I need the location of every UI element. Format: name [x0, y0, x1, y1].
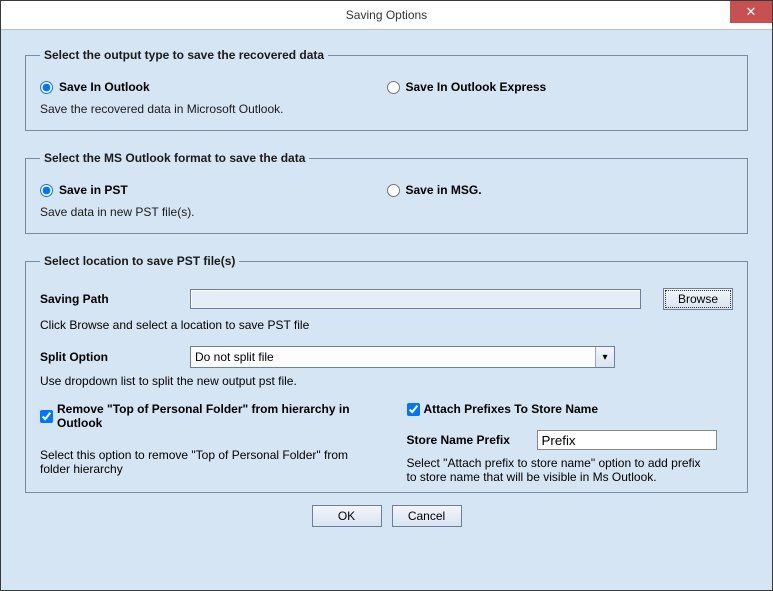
radio-save-msg-input[interactable] — [387, 184, 400, 197]
saving-path-input[interactable] — [190, 289, 641, 309]
radio-save-pst[interactable]: Save in PST — [40, 183, 387, 197]
radio-save-in-outlook-express-input[interactable] — [387, 81, 400, 94]
radio-save-in-outlook-express[interactable]: Save In Outlook Express — [387, 80, 734, 94]
footer-buttons: OK Cancel — [25, 505, 748, 527]
ok-button[interactable]: OK — [312, 505, 382, 527]
window-title: Saving Options — [1, 8, 772, 22]
close-icon: ✕ — [746, 4, 757, 20]
browse-button[interactable]: Browse — [663, 288, 733, 310]
saving-path-label: Saving Path — [40, 292, 190, 306]
checkbox-remove-top[interactable]: Remove "Top of Personal Folder" from hie… — [40, 402, 387, 430]
dialog-body: Select the output type to save the recov… — [1, 30, 772, 590]
radio-save-in-outlook-label: Save In Outlook — [59, 80, 150, 94]
group-location-legend: Select location to save PST file(s) — [40, 254, 239, 268]
close-button[interactable]: ✕ — [730, 1, 772, 23]
remove-top-hint: Select this option to remove "Top of Per… — [40, 448, 360, 476]
split-option-select[interactable]: Do not split file — [190, 346, 615, 368]
group-format-legend: Select the MS Outlook format to save the… — [40, 151, 309, 165]
radio-save-in-outlook-express-label: Save In Outlook Express — [406, 80, 547, 94]
group-location: Select location to save PST file(s) Savi… — [25, 254, 748, 493]
checkbox-attach-prefix[interactable]: Attach Prefixes To Store Name — [407, 402, 754, 416]
format-desc: Save data in new PST file(s). — [40, 205, 387, 219]
radio-save-in-outlook[interactable]: Save In Outlook — [40, 80, 387, 94]
cancel-button[interactable]: Cancel — [392, 505, 462, 527]
checkbox-remove-top-label: Remove "Top of Personal Folder" from hie… — [57, 402, 387, 430]
checkbox-remove-top-input[interactable] — [40, 410, 53, 423]
group-format: Select the MS Outlook format to save the… — [25, 151, 748, 234]
split-option-select-wrap[interactable]: Do not split file ▾ — [190, 346, 615, 368]
titlebar: Saving Options ✕ — [1, 1, 772, 30]
radio-save-pst-label: Save in PST — [59, 183, 128, 197]
attach-prefix-hint: Select "Attach prefix to store name" opt… — [407, 456, 707, 484]
radio-save-msg[interactable]: Save in MSG. — [387, 183, 734, 197]
checkbox-attach-prefix-input[interactable] — [407, 403, 420, 416]
browse-hint: Click Browse and select a location to sa… — [40, 318, 733, 332]
radio-save-msg-label: Save in MSG. — [406, 183, 482, 197]
radio-save-in-outlook-input[interactable] — [40, 81, 53, 94]
split-hint: Use dropdown list to split the new outpu… — [40, 374, 733, 388]
store-prefix-label: Store Name Prefix — [407, 433, 537, 447]
output-type-desc: Save the recovered data in Microsoft Out… — [40, 102, 387, 116]
split-option-label: Split Option — [40, 350, 190, 364]
checkbox-attach-prefix-label: Attach Prefixes To Store Name — [424, 402, 599, 416]
radio-save-pst-input[interactable] — [40, 184, 53, 197]
group-output-type: Select the output type to save the recov… — [25, 48, 748, 131]
group-output-type-legend: Select the output type to save the recov… — [40, 48, 328, 62]
store-prefix-input[interactable] — [537, 430, 717, 450]
saving-options-window: Saving Options ✕ Select the output type … — [0, 0, 773, 591]
